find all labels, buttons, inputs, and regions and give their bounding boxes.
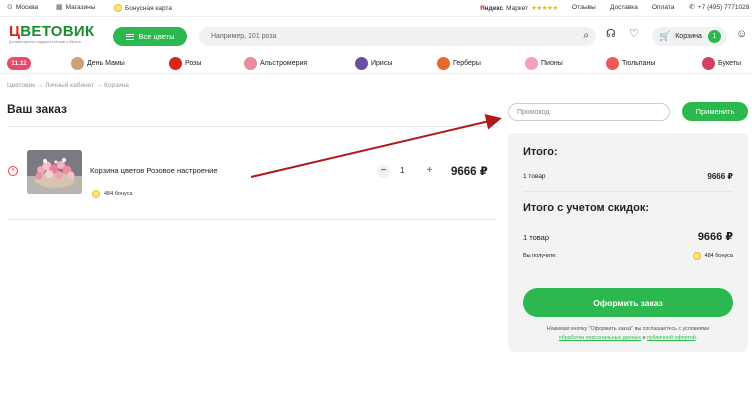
- flower-icon: [71, 57, 84, 70]
- items-count-2: 1 товар: [523, 233, 550, 242]
- discount-price: 9666 ₽: [697, 231, 733, 243]
- logo-rest: ВЕТОВИК: [20, 23, 95, 40]
- support-headset-icon[interactable]: ☊: [606, 29, 616, 40]
- user-account-icon[interactable]: ☺: [736, 29, 747, 40]
- breadcrumb[interactable]: Цветовик → Личный кабинет → Корзина: [7, 82, 129, 89]
- flower-icon: [437, 57, 450, 70]
- flower-icon: [525, 57, 538, 70]
- promo-code-input[interactable]: [517, 104, 662, 120]
- items-count: 1 товар: [523, 173, 546, 180]
- personal-data-link[interactable]: обработки персональных данных: [559, 335, 641, 341]
- checkout-button[interactable]: Оформить заказ: [523, 288, 733, 317]
- header: ЦВЕТОВИК Доставка цветов и подарков в Мо…: [0, 17, 752, 54]
- category-mothers-day[interactable]: День Мамы: [71, 57, 125, 70]
- total-title: Итого:: [523, 146, 558, 158]
- flower-icon: [355, 57, 368, 70]
- category-gerberas[interactable]: Герберы: [437, 57, 481, 70]
- shops-link[interactable]: ▦ Магазины: [56, 4, 95, 11]
- category-tulips[interactable]: Тюльпаны: [606, 57, 655, 70]
- reviews-link[interactable]: Отзывы: [572, 4, 596, 11]
- summary-bonus: 484 бонуса: [692, 252, 733, 260]
- payment-link[interactable]: Оплата: [652, 4, 674, 11]
- location-pin-icon: ⊙: [7, 4, 13, 11]
- logo-tagline: Доставка цветов и подарков в Москве и об…: [9, 40, 81, 44]
- total-price: 9666 ₽: [707, 172, 733, 181]
- logo-first-letter: Ц: [9, 23, 21, 40]
- flower-icon: [606, 57, 619, 70]
- public-offer-link[interactable]: публичной офертой: [647, 335, 696, 341]
- divider: [7, 126, 497, 127]
- quantity-value: 1: [400, 166, 405, 175]
- flower-icon: [702, 57, 715, 70]
- search-bar: ⌕: [199, 27, 596, 46]
- product-name[interactable]: Корзина цветов Розовое настроение: [90, 166, 218, 175]
- bonus-coin-icon: [114, 4, 122, 12]
- bouquet-basket-illustration: [27, 150, 82, 194]
- cart-count-badge: 1: [708, 30, 721, 43]
- flower-icon: [244, 57, 257, 70]
- divider: [7, 219, 497, 220]
- search-icon[interactable]: ⌕: [583, 30, 589, 41]
- cart-icon: 🛒: [659, 31, 671, 41]
- bonus-coin-icon: [692, 252, 701, 260]
- favorites-heart-icon[interactable]: ♡: [629, 29, 639, 40]
- item-price: 9666 ₽: [451, 166, 488, 178]
- page-title: Ваш заказ: [7, 102, 67, 116]
- shop-icon: ▦: [56, 4, 63, 11]
- yandex-market-rating[interactable]: Яндекс Маркет ★★★★★: [480, 4, 558, 13]
- all-flowers-button[interactable]: Все цветы: [113, 27, 187, 46]
- item-bonus: 484 бонуса: [92, 190, 132, 198]
- category-nav: 11.11 День Мамы Розы Альстромерия Ирисы …: [0, 54, 752, 74]
- category-roses[interactable]: Розы: [169, 57, 201, 70]
- product-image[interactable]: [27, 150, 82, 194]
- cart-button[interactable]: 🛒 Корзина 1: [652, 27, 727, 46]
- legal-notice: Нажимая кнопку "Оформить заказ" вы согла…: [546, 326, 710, 341]
- top-bar: ⊙ Москва ▦ Магазины Бонусная карта Яндек…: [0, 0, 752, 17]
- category-irises[interactable]: Ирисы: [355, 57, 392, 70]
- category-alstroemeria[interactable]: Альстромерия: [244, 57, 307, 70]
- phone-link[interactable]: ✆ +7 (495) 7771028: [689, 4, 749, 11]
- order-summary-panel: Итого: 1 товар 9666 ₽ Итого с учетом ски…: [508, 133, 748, 352]
- delivery-link[interactable]: Доставка: [610, 4, 638, 11]
- apply-promo-button[interactable]: Применить: [682, 102, 748, 121]
- bonus-coin-icon: [92, 190, 100, 198]
- category-peonies[interactable]: Пионы: [525, 57, 563, 70]
- logo[interactable]: ЦВЕТОВИК Доставка цветов и подарков в Мо…: [9, 24, 104, 50]
- category-bouquets[interactable]: Букеты: [702, 57, 741, 70]
- sale-11-11-badge[interactable]: 11.11: [7, 57, 31, 70]
- you-get-label: Вы получите:: [523, 253, 558, 259]
- remove-item-button[interactable]: ×: [8, 166, 18, 176]
- ym-rest: ндекс: [484, 4, 504, 12]
- city-selector[interactable]: ⊙ Москва: [7, 4, 38, 11]
- quantity-increase-button[interactable]: +: [423, 165, 436, 178]
- quantity-decrease-button[interactable]: −: [377, 165, 390, 178]
- phone-icon: ✆: [689, 4, 695, 11]
- divider: [523, 191, 733, 192]
- bonus-card-link[interactable]: Бонусная карта: [114, 4, 172, 12]
- ym-market: Маркет: [506, 4, 529, 12]
- rating-stars: ★★★★★: [531, 5, 558, 12]
- promo-code-field: [508, 103, 670, 121]
- menu-icon: [125, 33, 134, 40]
- discount-total-title: Итого с учетом скидок:: [523, 202, 649, 214]
- flower-icon: [169, 57, 182, 70]
- search-input[interactable]: [211, 27, 561, 46]
